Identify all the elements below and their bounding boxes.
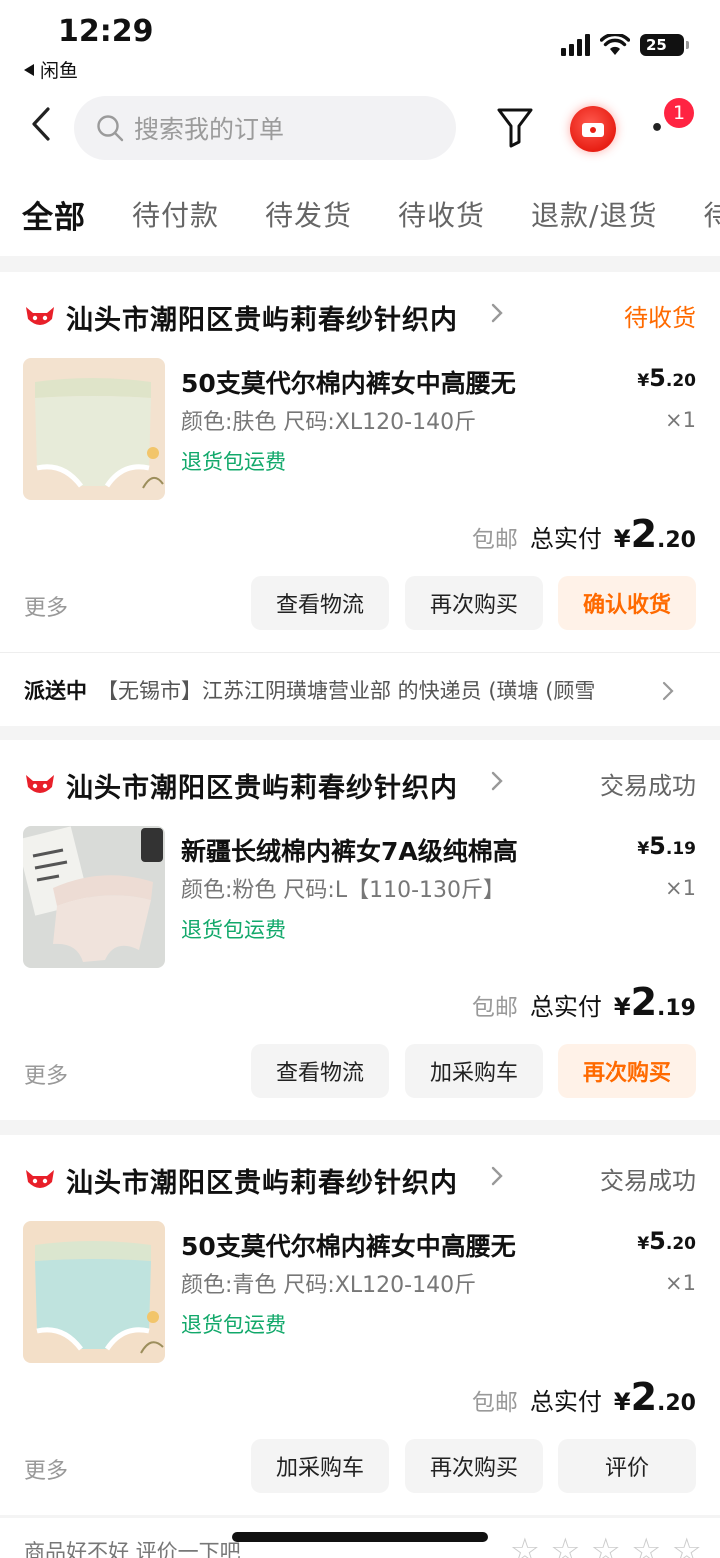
review-button[interactable]: 评价: [558, 1439, 696, 1493]
delivery-tracking[interactable]: 派送中 【无锡市】江苏江阴璜塘营业部 的快递员 (璜塘 (顾雪: [0, 652, 720, 726]
tab-all[interactable]: 全部: [22, 192, 86, 237]
product-spec: 颜色:肤色 尺码:XL120-140斤: [181, 410, 477, 435]
battery-icon: 25: [640, 34, 689, 56]
buy-again-button[interactable]: 再次购买: [405, 576, 543, 630]
tab-pending-receipt[interactable]: 待收货: [398, 194, 485, 234]
battery-level: 25: [646, 36, 667, 54]
review-prompt: 商品好不好 评价一下吧: [24, 1540, 241, 1558]
star-rating[interactable]: ☆ ☆ ☆ ☆ ☆: [510, 1534, 702, 1558]
more-button[interactable]: 更多: [24, 590, 68, 622]
unit-price: ¥5.20: [637, 364, 696, 392]
more-button[interactable]: 更多: [24, 1453, 68, 1485]
total-row: 包邮 总实付 ¥2.19: [472, 980, 696, 1024]
back-to-app-link[interactable]: 闲鱼: [24, 56, 78, 83]
product-title[interactable]: 50支莫代尔棉内裤女中高腰无: [181, 1227, 516, 1263]
notification-badge: 1: [664, 98, 694, 128]
star-icon[interactable]: ☆: [591, 1534, 621, 1558]
chevron-right-icon: [662, 681, 674, 701]
delivery-status: 派送中: [24, 678, 87, 703]
home-indicator[interactable]: [232, 1532, 488, 1542]
order-card: 汕头市潮阳区贵屿莉春纱针织内 待收货 50支莫代尔棉内裤女中高腰无 颜色:肤色 …: [0, 272, 720, 726]
status-time: 12:29: [58, 14, 154, 49]
total-row: 包邮 总实付 ¥2.20: [472, 1375, 696, 1419]
shop-header[interactable]: 汕头市潮阳区贵屿莉春纱针织内: [24, 1161, 458, 1200]
back-arrow-icon[interactable]: [28, 106, 56, 142]
add-to-cart-button[interactable]: 加采购车: [405, 1044, 543, 1098]
tab-refund[interactable]: 退款/退货: [531, 194, 657, 234]
shipping-label: 包邮: [471, 527, 518, 553]
star-icon[interactable]: ☆: [510, 1534, 540, 1558]
unit-price: ¥5.19: [637, 832, 696, 860]
view-logistics-button[interactable]: 查看物流: [251, 576, 389, 630]
quantity: ×1: [665, 408, 696, 432]
wifi-icon: [600, 34, 630, 55]
delivery-detail: 【无锡市】江苏江阴璜塘营业部 的快递员 (璜塘 (顾雪: [97, 678, 596, 703]
tmall-cat-icon: [26, 306, 54, 325]
product-image[interactable]: [23, 1221, 165, 1363]
order-card: 汕头市潮阳区贵屿莉春纱针织内 交易成功 50支莫代尔棉内裤女中高腰无 颜色:青色…: [0, 1135, 720, 1515]
top-header: 12:29 闲鱼 25 搜索我的订单 • 1 全部 待付款 待发货 待收货 退款…: [0, 0, 720, 256]
chevron-right-icon[interactable]: [490, 302, 504, 324]
quantity: ×1: [665, 876, 696, 900]
product-image[interactable]: [23, 826, 165, 968]
tab-pending-review[interactable]: 待评价: [703, 194, 720, 234]
shop-name: 汕头市潮阳区贵屿莉春纱针织内: [66, 1168, 458, 1199]
system-indicators: 25: [561, 34, 689, 56]
search-placeholder: 搜索我的订单: [134, 115, 285, 144]
signal-icon: [561, 34, 590, 56]
order-status: 交易成功: [600, 1167, 696, 1195]
unit-price: ¥5.20: [637, 1227, 696, 1255]
more-button[interactable]: 更多: [24, 1058, 68, 1090]
back-app-label: 闲鱼: [40, 60, 79, 82]
order-status: 待收货: [624, 304, 696, 332]
status-bar: 12:29 闲鱼 25: [0, 0, 720, 88]
quantity: ×1: [665, 1271, 696, 1295]
total-label: 总实付: [529, 1388, 602, 1416]
free-return-tag: 退货包运费: [181, 450, 286, 474]
tmall-cat-icon: [26, 774, 54, 793]
buy-again-button[interactable]: 再次购买: [558, 1044, 696, 1098]
filter-icon[interactable]: [496, 106, 534, 148]
shop-name: 汕头市潮阳区贵屿莉春纱针织内: [66, 305, 458, 336]
search-row: 搜索我的订单 • 1: [0, 88, 720, 172]
shop-header[interactable]: 汕头市潮阳区贵屿莉春纱针织内: [24, 298, 458, 337]
tab-pending-shipment[interactable]: 待发货: [265, 194, 352, 234]
message-dot-icon[interactable]: •: [650, 116, 664, 141]
buy-again-button[interactable]: 再次购买: [405, 1439, 543, 1493]
free-return-tag: 退货包运费: [181, 1313, 286, 1337]
total-row: 包邮 总实付 ¥2.20: [472, 512, 696, 556]
product-title[interactable]: 50支莫代尔棉内裤女中高腰无: [181, 364, 516, 400]
shop-header[interactable]: 汕头市潮阳区贵屿莉春纱针织内: [24, 766, 458, 805]
search-icon: [97, 115, 124, 142]
product-title[interactable]: 新疆长绒棉内裤女7A级纯棉高: [181, 832, 518, 868]
shipping-label: 包邮: [471, 995, 518, 1021]
total-label: 总实付: [529, 525, 602, 553]
total-price: ¥2.20: [613, 1375, 696, 1419]
view-logistics-button[interactable]: 查看物流: [251, 1044, 389, 1098]
tmall-cat-icon: [26, 1169, 54, 1188]
add-to-cart-button[interactable]: 加采购车: [251, 1439, 389, 1493]
total-price: ¥2.19: [613, 980, 696, 1024]
product-spec: 颜色:粉色 尺码:L【110-130斤】: [181, 878, 505, 903]
shipping-label: 包邮: [471, 1390, 518, 1416]
product-image[interactable]: [23, 358, 165, 500]
star-icon[interactable]: ☆: [672, 1534, 702, 1558]
star-icon[interactable]: ☆: [550, 1534, 580, 1558]
product-spec: 颜色:青色 尺码:XL120-140斤: [181, 1273, 477, 1298]
order-tabs: 全部 待付款 待发货 待收货 退款/退货 待评价: [0, 172, 720, 256]
chevron-right-icon[interactable]: [490, 770, 504, 792]
total-price: ¥2.20: [613, 512, 696, 556]
total-label: 总实付: [529, 993, 602, 1021]
shop-name: 汕头市潮阳区贵屿莉春纱针织内: [66, 773, 458, 804]
star-icon[interactable]: ☆: [631, 1534, 661, 1558]
red-packet-icon[interactable]: [570, 106, 616, 152]
order-card: 汕头市潮阳区贵屿莉春纱针织内 交易成功 新疆长绒棉内裤女7A级纯棉高 颜色:粉色…: [0, 740, 720, 1120]
back-triangle-icon: [24, 63, 34, 76]
free-return-tag: 退货包运费: [181, 918, 286, 942]
chevron-right-icon[interactable]: [490, 1165, 504, 1187]
search-input[interactable]: 搜索我的订单: [74, 96, 456, 160]
confirm-receipt-button[interactable]: 确认收货: [558, 576, 696, 630]
tab-pending-payment[interactable]: 待付款: [132, 194, 219, 234]
order-status: 交易成功: [600, 772, 696, 800]
